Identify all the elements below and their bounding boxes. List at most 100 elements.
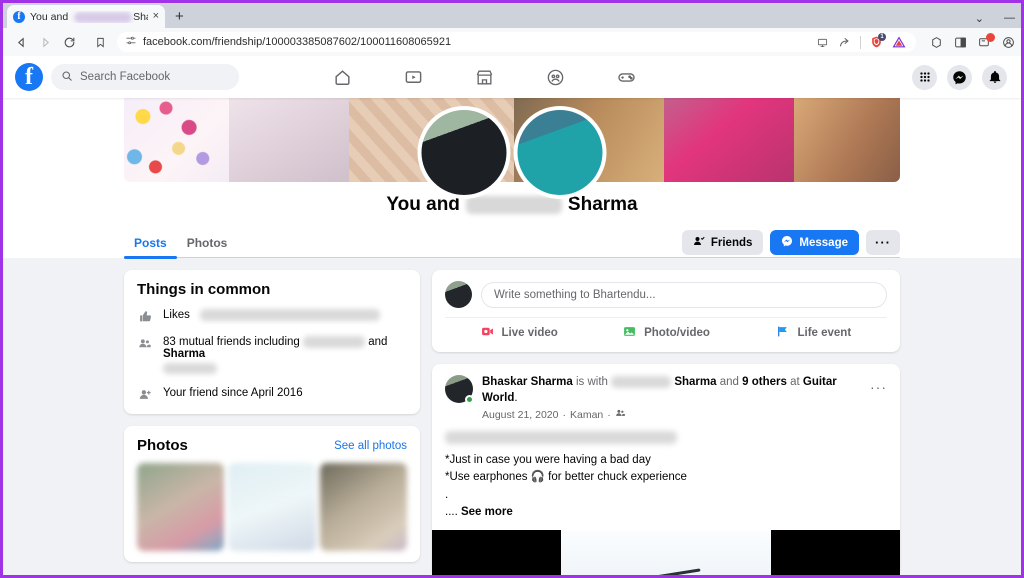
home-icon[interactable] [333,62,352,92]
online-status-indicator [465,395,474,404]
post-at: at [790,376,800,388]
profile-header: You and Sharma Posts Photos Friends Mess… [3,98,1021,259]
composer-card: Write something to Bhartendu... Live vid… [432,270,900,352]
browser-window: f You and Sharma | Fac × + ⌄ — [3,3,1021,575]
new-tab-icon[interactable]: + [175,8,184,25]
life-event-label: Life event [797,327,852,339]
tab-posts[interactable]: Posts [124,228,177,259]
toolbar-divider [860,35,861,49]
tab-title-suffix: Sharma | Fac [133,10,147,23]
left-column: Things in common Likes 83 mutual friends… [124,270,420,563]
friends-button[interactable]: Friends [681,230,764,255]
post-others-count[interactable]: 9 others [742,376,787,388]
photo-thumbnail[interactable] [228,463,316,552]
right-column: Write something to Bhartendu... Live vid… [432,270,900,575]
photo-video-button[interactable]: Photo/video [592,325,739,341]
life-event-button[interactable]: Life event [740,325,887,341]
cover-segment-floral [124,98,229,182]
see-more-link[interactable]: See more [461,506,513,518]
photos-card: Photos See all photos [124,426,420,563]
chevron-down-icon[interactable]: ⌄ [975,12,984,25]
browser-tab[interactable]: f You and Sharma | Fac × [7,5,165,28]
menu-grid-icon[interactable] [912,64,937,90]
messenger-icon[interactable] [947,64,972,90]
live-video-icon [480,325,495,341]
avatar[interactable] [445,375,474,404]
main-content: Things in common Likes 83 mutual friends… [124,258,900,575]
photo-thumbnail[interactable] [137,463,225,552]
see-more-row[interactable]: .... See more [445,504,887,521]
post-date[interactable]: August 21, 2020 [482,408,558,422]
facebook-top-nav: f Search Facebook [3,56,1021,98]
minimize-icon[interactable]: — [1004,12,1015,25]
facebook-logo[interactable]: f [15,63,43,91]
search-input[interactable]: Search Facebook [51,64,239,90]
marketplace-icon[interactable] [475,62,494,92]
tab-photos[interactable]: Photos [177,228,238,258]
photos-grid [137,463,407,552]
message-button[interactable]: Message [770,230,859,255]
profile-icon[interactable] [1002,36,1015,49]
video-icon[interactable] [404,62,423,92]
live-video-button[interactable]: Live video [445,325,592,341]
window-controls: ⌄ — [975,12,1015,25]
bookmark-icon[interactable] [89,36,111,49]
collections-icon[interactable] [930,36,943,49]
friend-check-icon [693,235,705,250]
post-line-3: . [445,488,449,501]
cast-icon[interactable] [816,37,829,48]
photo-thumbnail[interactable] [319,463,407,552]
friends-label: Friends [710,236,753,249]
common-row-friend-since: Your friend since April 2016 [137,387,407,401]
triangle-extension-icon[interactable] [892,35,906,49]
post-media[interactable] [432,530,900,575]
tab-title: You and Sharma | Fac [30,11,148,23]
post-more-options-icon[interactable]: ··· [870,379,887,395]
reload-icon[interactable] [57,30,81,54]
avatar-friend[interactable] [513,106,607,199]
post-author[interactable]: Bhaskar Sharma [482,376,573,388]
post-media-content [561,530,771,575]
copilot-badge [986,32,995,42]
split-screen-icon[interactable] [954,36,967,49]
common-row-mutual-friends: 83 mutual friends including and Sharma [137,336,407,375]
photo-video-label: Photo/video [644,327,710,339]
post-location[interactable]: Kaman [570,408,603,422]
avatar[interactable] [445,281,472,308]
search-placeholder: Search Facebook [80,71,171,83]
see-all-photos-link[interactable]: See all photos [334,440,407,452]
share-icon[interactable] [838,36,851,48]
brave-shields-icon[interactable]: 1 [870,33,886,49]
cover-segment-6 [794,98,900,182]
close-tab-icon[interactable]: × [153,11,159,22]
see-more-prefix: .... [445,505,458,518]
notifications-icon[interactable] [982,64,1007,90]
post-separator: · [562,409,566,422]
gaming-icon[interactable] [617,62,636,92]
back-arrow-icon[interactable] [9,30,33,54]
tab-title-redaction [74,11,132,23]
things-in-common-card: Things in common Likes 83 mutual friends… [124,270,420,415]
more-options-button[interactable]: ··· [866,230,900,255]
message-label: Message [799,236,848,249]
cover-segment-5 [664,98,794,182]
composer-placeholder: Write something to Bhartendu... [494,288,656,301]
composer-actions: Live video Photo/video Life event [445,317,887,341]
things-in-common-title: Things in common [137,281,271,298]
site-settings-icon[interactable] [125,35,137,49]
composer-row: Write something to Bhartendu... [445,281,887,308]
groups-icon[interactable] [546,62,565,92]
address-bar[interactable]: facebook.com/friendship/100003385087602/… [117,32,916,52]
post-and: and [719,376,739,388]
messenger-icon [781,235,793,250]
composer-input[interactable]: Write something to Bhartendu... [481,281,887,308]
post-body: *Just in case you were having a bad day … [445,431,887,521]
post-tagged-name[interactable]: Sharma [674,376,716,388]
browser-toolbar: facebook.com/friendship/100003385087602/… [3,28,1021,56]
friends-privacy-icon[interactable] [615,408,626,422]
life-event-icon [775,325,790,341]
thumbs-up-icon [137,309,153,323]
avatar-user[interactable] [417,106,511,199]
tab-strip: f You and Sharma | Fac × + ⌄ — [3,3,1021,28]
copilot-icon[interactable] [978,32,995,49]
